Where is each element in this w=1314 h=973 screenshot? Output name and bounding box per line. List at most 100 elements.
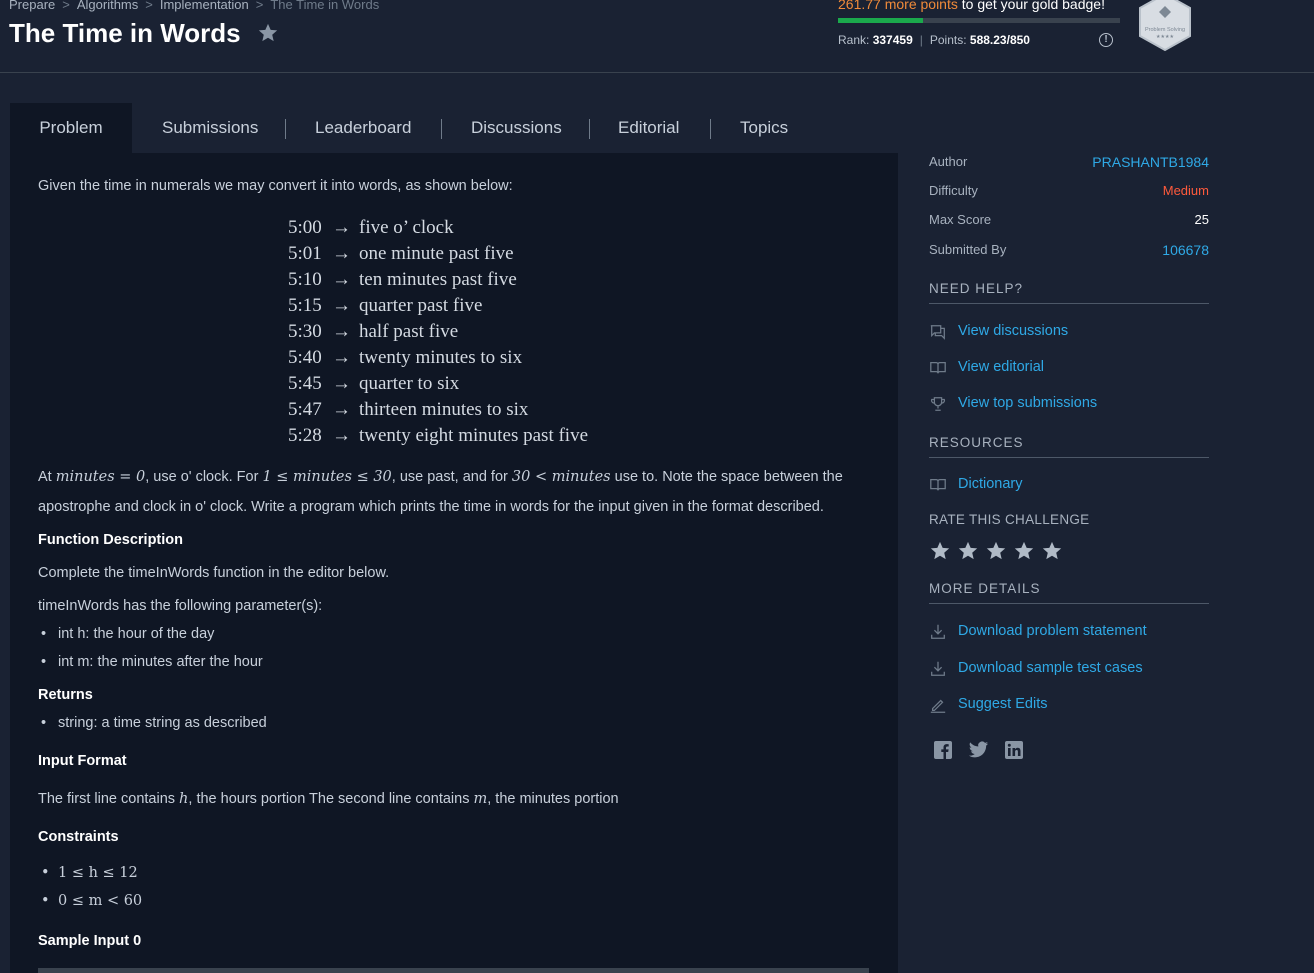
function-description-text: Complete the timeInWords function in the… <box>38 565 390 581</box>
tab-divider <box>441 119 442 139</box>
example-time: 5:28 <box>288 425 322 446</box>
arrow-icon: → <box>332 347 351 368</box>
tab-topics[interactable]: Topics <box>740 103 788 153</box>
breadcrumb-algorithms[interactable]: Algorithms <box>77 0 138 12</box>
example-row: 5:01 → one minute past five <box>288 243 588 269</box>
example-row: 5:47 → thirteen minutes to six <box>288 399 588 425</box>
link-label: View discussions <box>958 323 1069 339</box>
link-label: Download problem statement <box>958 623 1147 639</box>
tab-leaderboard[interactable]: Leaderboard <box>315 103 411 153</box>
rating-star-icon[interactable] <box>957 540 979 562</box>
example-words: one minute past five <box>359 243 514 264</box>
rank-value: 337459 <box>872 33 913 47</box>
chevron-right-icon: > <box>255 0 264 12</box>
max-score-row: Max Score 25 <box>929 212 1209 232</box>
tab-editorial[interactable]: Editorial <box>618 103 679 153</box>
author-label: Author <box>929 154 968 169</box>
tab-divider <box>285 119 286 139</box>
rank-points: Rank: 337459 | Points: 588.23/850 <box>838 33 1030 47</box>
points-value: 588.23/850 <box>969 33 1030 47</box>
example-time: 5:47 <box>288 399 322 420</box>
bookmark-star-icon[interactable] <box>257 22 279 44</box>
example-words: thirteen minutes to six <box>359 399 529 420</box>
facebook-icon[interactable] <box>933 740 953 760</box>
need-help-heading: NEED HELP? <box>929 281 1209 304</box>
svg-text:★★★★: ★★★★ <box>1156 34 1174 40</box>
rule-at: At <box>38 469 56 485</box>
max-score-value: 25 <box>1194 212 1209 227</box>
input-math-m: m <box>473 791 488 807</box>
trophy-icon <box>930 397 946 411</box>
sample-input-heading: Sample Input 0 <box>38 933 142 949</box>
input-part-b: , the hours portion The second line cont… <box>188 791 474 807</box>
input-format-text: The first line contains h, the hours por… <box>38 791 619 807</box>
rating-star-icon[interactable] <box>1041 540 1063 562</box>
example-time: 5:30 <box>288 321 322 342</box>
returns-heading: Returns <box>38 687 93 703</box>
divider: | <box>919 33 923 47</box>
examples-table: 5:00 → five o’ clock 5:01 → one minute past f… <box>288 217 588 451</box>
arrow-icon: → <box>332 373 351 394</box>
example-row: 5:45 → quarter to six <box>288 373 588 399</box>
resources-heading: RESOURCES <box>929 435 1209 458</box>
example-words: twenty eight minutes past five <box>359 425 589 446</box>
badge-progress-fill <box>838 18 923 23</box>
example-time: 5:01 <box>288 243 322 264</box>
list-item: int m: the minutes after the hour <box>41 654 263 670</box>
chevron-right-icon: > <box>145 0 153 12</box>
author-link[interactable]: PRASHANTB1984 <box>1092 154 1209 170</box>
input-part-c: , the minutes portion <box>487 791 619 807</box>
info-icon[interactable]: ! <box>1099 33 1113 47</box>
points-needed: 261.77 more points <box>838 0 958 12</box>
intro-text: Given the time in numerals we may conver… <box>38 178 513 194</box>
example-words: quarter to six <box>359 373 460 394</box>
example-time: 5:10 <box>288 269 322 290</box>
submitted-by-link[interactable]: 106678 <box>1162 242 1209 258</box>
rule-math-0: minutes = 0 <box>55 469 146 485</box>
example-words: ten minutes past five <box>359 269 517 290</box>
list-item: int h: the hour of the day <box>41 626 214 642</box>
difficulty-value: Medium <box>1162 183 1209 198</box>
more-details-heading: MORE DETAILS <box>929 581 1209 604</box>
tab-discussions[interactable]: Discussions <box>471 103 562 153</box>
badge-progress-bar <box>838 18 1120 23</box>
list-item: string: a time string as described <box>41 715 267 731</box>
tab-problem[interactable]: Problem <box>10 103 132 153</box>
rating-star-icon[interactable] <box>929 540 951 562</box>
example-time: 5:45 <box>288 373 322 394</box>
discussion-icon <box>930 325 945 340</box>
chevron-right-icon: > <box>62 0 70 12</box>
function-description-heading: Function Description <box>38 532 183 548</box>
example-row: 5:30 → half past five <box>288 321 588 347</box>
linkedin-icon[interactable] <box>1004 740 1024 760</box>
twitter-icon[interactable] <box>968 740 989 760</box>
badge-message: to get your gold badge! <box>957 0 1105 12</box>
input-math-h: h <box>179 791 189 807</box>
breadcrumb-prepare[interactable]: Prepare <box>9 0 55 12</box>
example-row: 5:10 → ten minutes past five <box>288 269 588 295</box>
book-icon <box>930 361 946 374</box>
example-row: 5:00 → five o’ clock <box>288 217 588 243</box>
breadcrumb-implementation[interactable]: Implementation <box>160 0 249 12</box>
example-row: 5:28 → twenty eight minutes past five <box>288 425 588 451</box>
example-time: 5:40 <box>288 347 322 368</box>
rule-text-line2: apostrophe and clock in o' clock. Write … <box>38 499 824 515</box>
tab-submissions[interactable]: Submissions <box>162 103 258 153</box>
problem-solving-badge-icon[interactable]: Problem Solving ★★★★ <box>1137 0 1193 52</box>
input-part-a: The first line contains <box>38 791 180 807</box>
link-label: View editorial <box>958 359 1044 375</box>
list-item: 0 ≤ m < 60 <box>41 893 142 909</box>
rule-part-c: use to. Note the space between the <box>610 469 843 485</box>
rank-label: Rank: <box>838 33 870 47</box>
arrow-icon: → <box>332 243 351 264</box>
link-label: Download sample test cases <box>958 660 1143 676</box>
rating-star-icon[interactable] <box>985 540 1007 562</box>
points-label: Points: <box>929 33 967 47</box>
constraints-heading: Constraints <box>38 829 119 845</box>
rate-challenge-heading: RATE THIS CHALLENGE <box>929 512 1090 527</box>
arrow-icon: → <box>332 321 351 342</box>
example-words: half past five <box>359 321 459 342</box>
sample-input-block <box>38 968 869 973</box>
rating-star-icon[interactable] <box>1013 540 1035 562</box>
difficulty-label: Difficulty <box>929 183 978 198</box>
